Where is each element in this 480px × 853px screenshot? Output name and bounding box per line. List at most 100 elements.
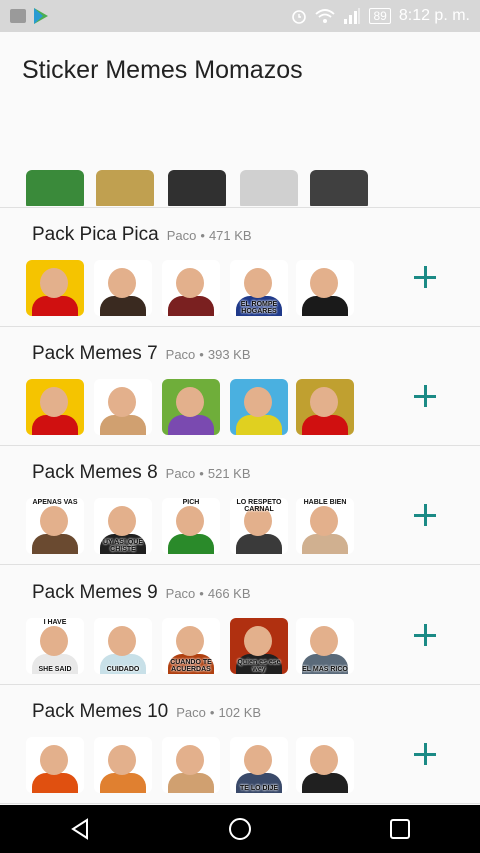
sticker-figure-body (168, 415, 214, 435)
sticker-preview-row (26, 379, 366, 437)
sticker-figure-face (176, 745, 204, 775)
pack-header: Pack Memes 10 Paco • 102 KB (32, 701, 261, 723)
sticker-top-text: PICH (182, 499, 200, 506)
sticker-thumbnail: CUIDADO (94, 618, 152, 674)
sticker-thumbnail (162, 737, 220, 793)
sticker-pack-card[interactable]: Pack Pica Pica Paco • 471 KB EL ROMPE HOGARE… (0, 208, 480, 327)
pack-author: Paco (165, 466, 196, 481)
sticker-thumbnail (26, 379, 84, 435)
sticker-preview-row: I HAVE SHE SAID CUIDADO CUANDO TE ACUERDAS Q… (26, 618, 366, 676)
sticker-thumbnail: UY ASI QUE CHISTE (94, 498, 152, 554)
sticker-figure-face (40, 745, 68, 775)
sticker-caption: Quien es ese wey (237, 659, 281, 673)
sticker-figure-face (176, 268, 204, 298)
sticker-figure-face (244, 626, 272, 656)
navigation-bar (0, 805, 480, 853)
sticker-figure-face (176, 626, 204, 656)
pack-header: Pack Memes 9 Paco • 466 KB (32, 582, 251, 604)
sticker-figure-face (108, 626, 136, 656)
sticker-top-text: I HAVE (43, 619, 67, 626)
sticker-figure-face (108, 745, 136, 775)
sticker-pack-card[interactable]: Pack Memes 9 Paco • 466 KB I HAVE SHE SAID CUI… (0, 566, 480, 685)
sticker-figure-face (244, 268, 272, 298)
pack-meta: Paco • 393 KB (166, 347, 251, 362)
sticker-preview-row: TE LO DIJE (26, 737, 366, 795)
app-title: Sticker Memes Momazos (22, 56, 303, 84)
battery-indicator: 89 (369, 8, 391, 24)
sticker-thumbnail (26, 737, 84, 793)
sticker-thumbnail (296, 260, 354, 316)
sticker-figure-face (310, 626, 338, 656)
sticker-thumbnail (230, 379, 288, 435)
sticker-thumbnail (94, 737, 152, 793)
sticker-figure-body (168, 296, 214, 316)
sticker-figure-body (32, 296, 78, 316)
sticker-thumbnail (296, 737, 354, 793)
sticker-thumbnail (96, 170, 154, 206)
pack-name: Pack Memes 10 (32, 701, 169, 722)
pack-size: 466 KB (207, 586, 251, 601)
separator-dot: • (209, 705, 215, 720)
divider (0, 564, 480, 565)
pack-header: Pack Memes 8 Paco • 521 KB (32, 462, 251, 484)
sticker-figure-face (244, 745, 272, 775)
back-button[interactable] (56, 805, 104, 853)
back-triangle-icon (71, 818, 88, 840)
sticker-figure-face (108, 387, 136, 417)
pack-name: Pack Memes 8 (32, 462, 158, 483)
home-circle-icon (229, 818, 251, 840)
sticker-preview-row: APENAS VAS UY ASI QUE CHISTE PICH LO RESPET… (26, 498, 366, 556)
sticker-figure-face (40, 626, 68, 656)
sticker-thumbnail: I HAVE SHE SAID (26, 618, 84, 674)
sticker-thumbnail: LO RESPETO CARNAL (230, 498, 288, 554)
sticker-caption: CUIDADO (106, 666, 140, 673)
pack-size: 471 KB (208, 228, 252, 243)
pack-name: Pack Pica Pica (32, 224, 159, 245)
sticker-figure-body (236, 534, 282, 554)
recents-button[interactable] (376, 805, 424, 853)
separator-dot: • (199, 347, 204, 362)
sticker-top-text: HABLE BIEN (303, 499, 347, 506)
sticker-figure-body (100, 415, 146, 435)
pack-size: 393 KB (207, 347, 251, 362)
clock: 8:12 p. m. (398, 7, 470, 24)
recents-square-icon (390, 819, 410, 839)
sticker-pack-card[interactable]: Pack Memes 8 Paco • 521 KB APENAS VAS UY ASI … (0, 446, 480, 565)
sticker-pack-card[interactable]: Pack Memes 7 Paco • 393 KB (0, 327, 480, 446)
pack-name: Pack Memes 7 (32, 343, 158, 364)
sticker-figure-body (168, 773, 214, 793)
sticker-thumbnail (296, 379, 354, 435)
sticker-caption: SHE SAID (38, 666, 72, 673)
sticker-thumbnail (162, 379, 220, 435)
sticker-thumbnail (168, 170, 226, 206)
add-pack-button[interactable] (412, 383, 440, 411)
sticker-thumbnail (162, 260, 220, 316)
sticker-thumbnail: PICH (162, 498, 220, 554)
add-pack-button[interactable] (412, 622, 440, 650)
sticker-figure-body (236, 415, 282, 435)
sticker-pack-card[interactable]: Pack Memes 10 Paco • 102 KB TE LO DIJE (0, 685, 480, 804)
sticker-thumbnail (94, 260, 152, 316)
sticker-thumbnail: HABLE BIEN (296, 498, 354, 554)
pack-meta: Paco • 471 KB (167, 228, 252, 243)
sticker-figure-face (108, 268, 136, 298)
home-button[interactable] (216, 805, 264, 853)
sticker-figure-face (310, 268, 338, 298)
pack-header: Pack Memes 7 Paco • 393 KB (32, 343, 251, 365)
add-pack-button[interactable] (412, 502, 440, 530)
pack-size: 102 KB (218, 705, 262, 720)
pack-meta: Paco • 102 KB (176, 705, 261, 720)
sticker-thumbnail: CUANDO TE ACUERDAS (162, 618, 220, 674)
sticker-top-text: LO RESPETO CARNAL (236, 499, 282, 513)
add-pack-button[interactable] (412, 264, 440, 292)
pack-meta: Paco • 466 KB (166, 586, 251, 601)
sticker-figure-face (310, 387, 338, 417)
pack-author: Paco (165, 347, 196, 362)
add-pack-button[interactable] (412, 741, 440, 769)
sticker-thumbnail: APENAS VAS (26, 498, 84, 554)
sticker-figure-body (302, 773, 348, 793)
partial-sticker-row[interactable] (0, 160, 480, 206)
sticker-caption: EL MAS RICO (302, 666, 348, 673)
status-bar: 89 8:12 p. m. (0, 0, 480, 32)
play-store-icon (34, 8, 48, 24)
